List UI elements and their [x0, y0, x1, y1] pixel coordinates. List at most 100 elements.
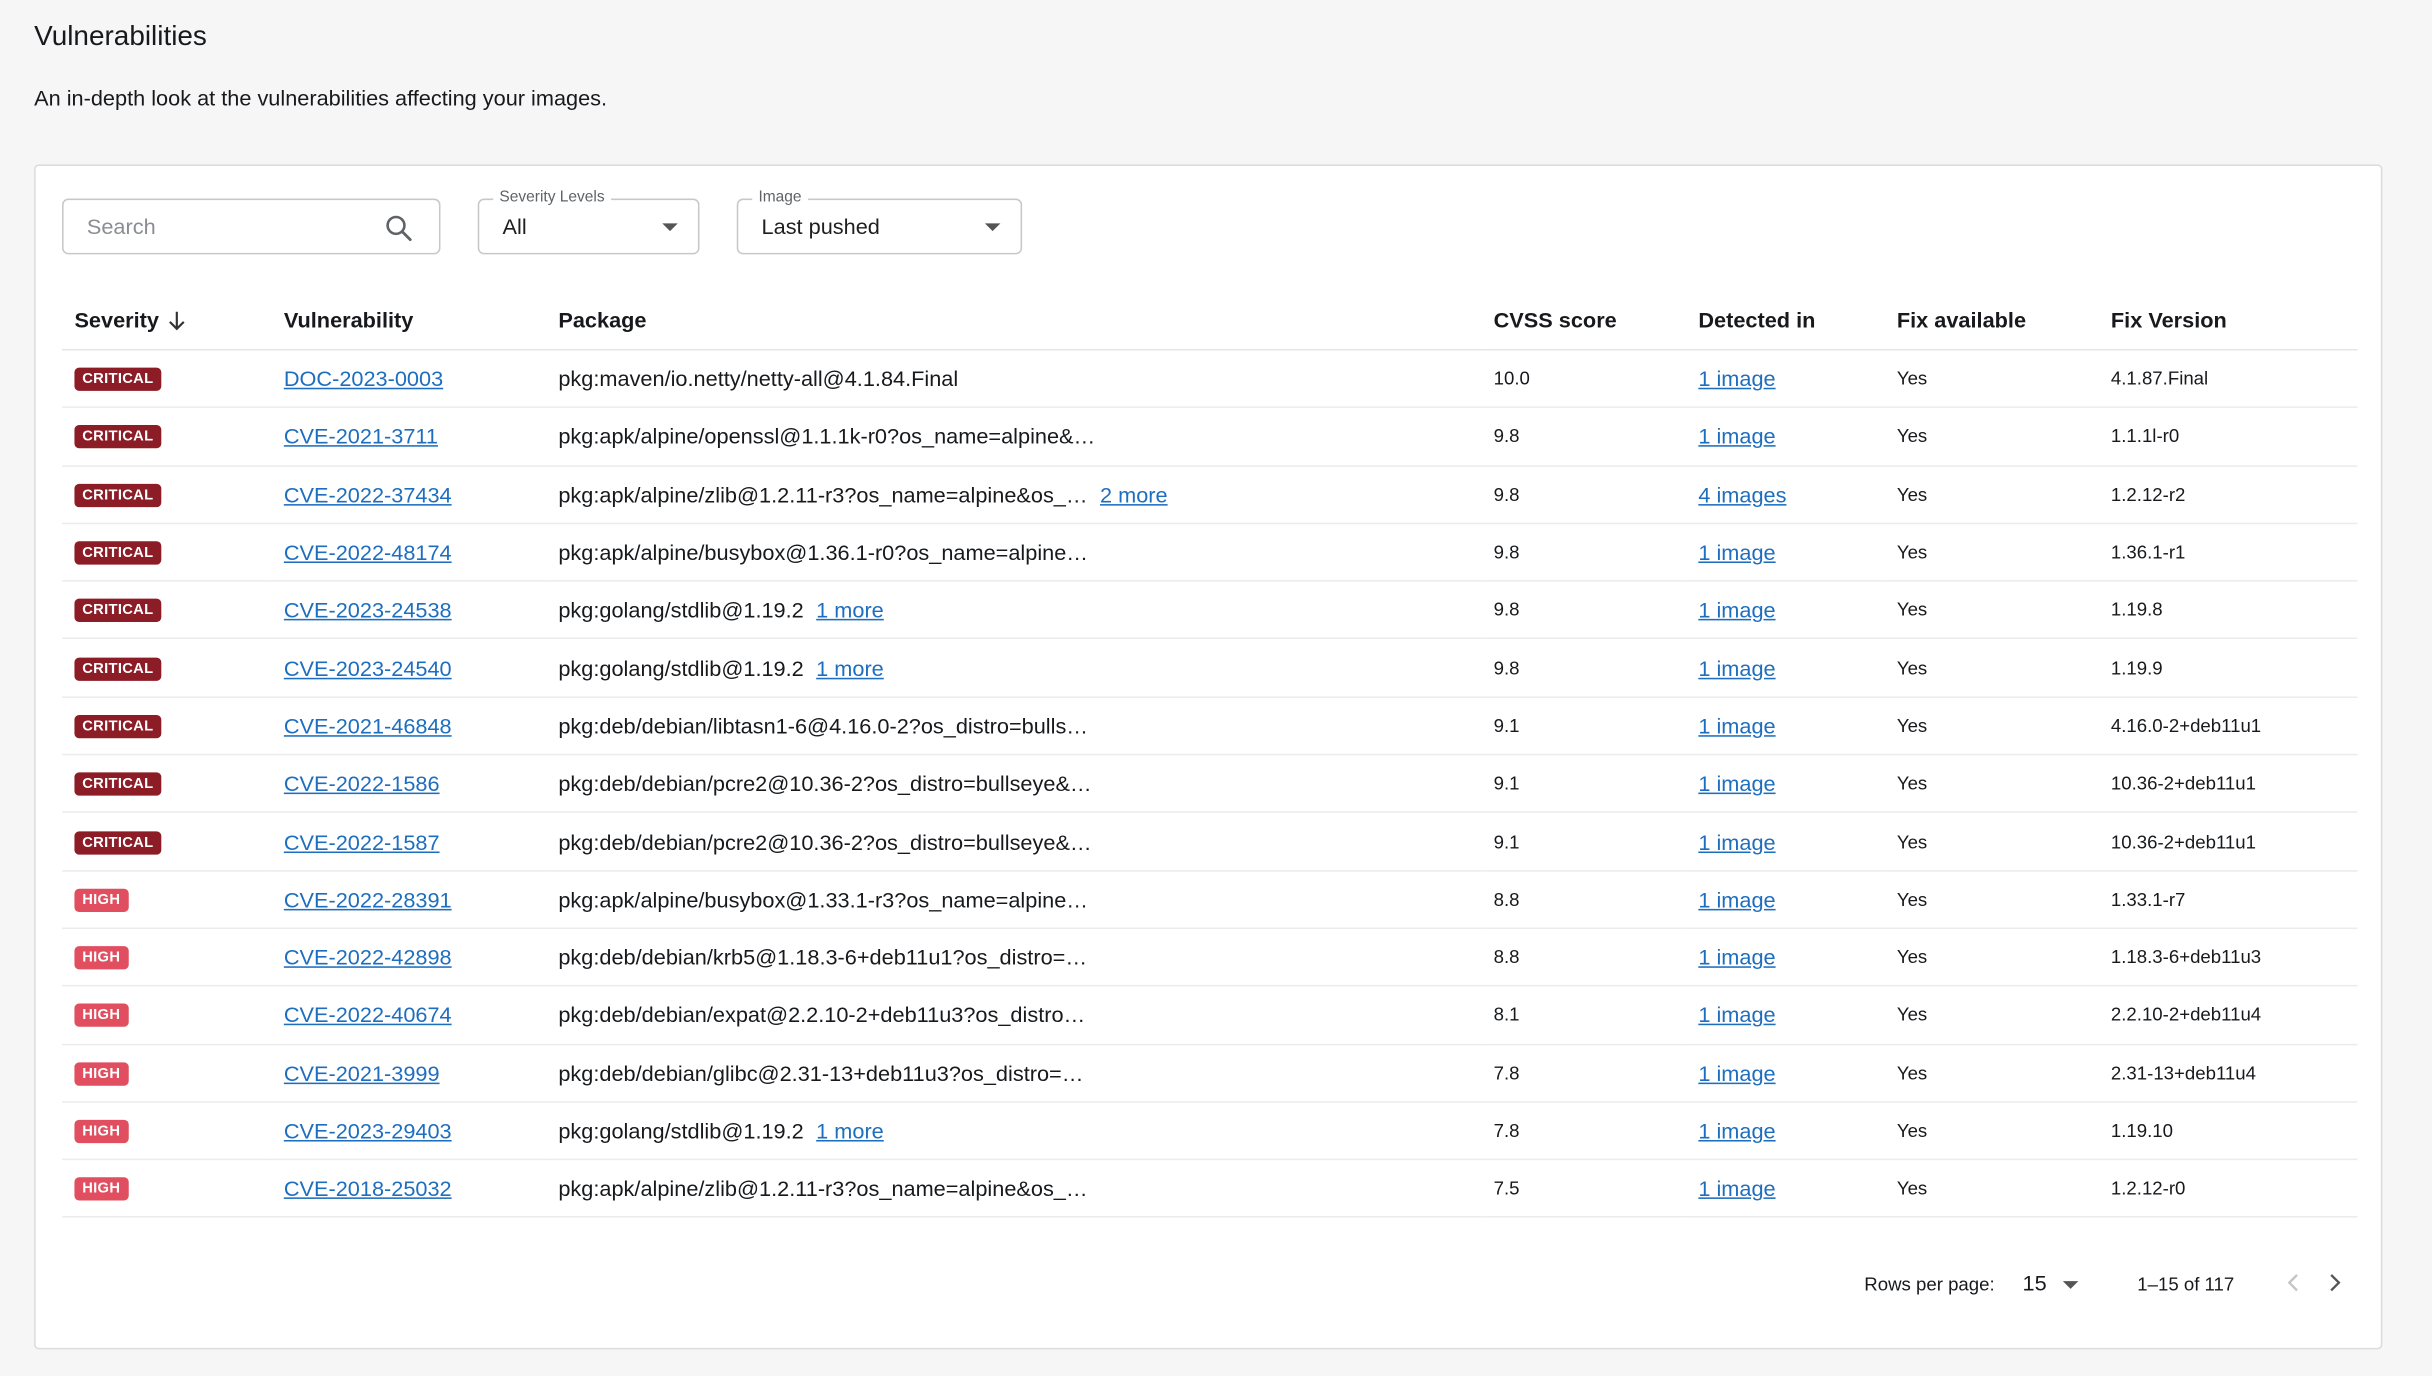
detected-in-link[interactable]: 1 image: [1698, 887, 1775, 912]
vulnerability-link[interactable]: CVE-2018-25032: [284, 1176, 452, 1201]
cvss-score-cell: 9.8: [1481, 407, 1686, 467]
severity-badge: HIGH: [74, 888, 129, 912]
column-header-fix-available[interactable]: Fix available: [1884, 290, 2099, 351]
column-header-package[interactable]: Package: [545, 290, 1482, 351]
severity-levels-label: Severity Levels: [493, 187, 611, 210]
search-input[interactable]: [63, 200, 382, 253]
vulnerability-link[interactable]: CVE-2021-46848: [284, 713, 452, 738]
table-row: HIGH CVE-2022-42898 pkg:deb/debian/krb5@1.…: [62, 928, 2358, 987]
package-name: pkg:golang/stdlib@1.19.2: [558, 597, 804, 623]
package-name: pkg:deb/debian/expat@2.2.10-2+deb11u3?os…: [558, 1002, 1086, 1028]
column-header-fix-version[interactable]: Fix Version: [2098, 290, 2358, 351]
vulnerability-cell: CVE-2022-28391: [271, 870, 546, 930]
package-cell: pkg:apk/alpine/openssl@1.1.1k-r0?os_name…: [545, 407, 1482, 467]
package-name: pkg:apk/alpine/zlib@1.2.11-r3?os_name=al…: [558, 481, 1088, 507]
fix-available-cell: Yes: [1884, 754, 2099, 814]
fix-available-cell: Yes: [1884, 986, 2099, 1045]
detected-in-link[interactable]: 1 image: [1698, 1003, 1775, 1028]
detected-in-link[interactable]: 1 image: [1698, 1118, 1775, 1143]
detected-in-link[interactable]: 1 image: [1698, 1176, 1775, 1201]
severity-badge: CRITICAL: [74, 541, 162, 565]
image-value: Last pushed: [761, 214, 880, 239]
severity-badge: CRITICAL: [74, 599, 162, 623]
vulnerability-cell: DOC-2023-0003: [271, 349, 546, 409]
detected-in-link[interactable]: 1 image: [1698, 829, 1775, 854]
rows-per-page-select[interactable]: 15: [2023, 1267, 2085, 1301]
package-name: pkg:apk/alpine/busybox@1.33.1-r3?os_name…: [558, 886, 1089, 912]
sort-down-arrow-icon[interactable]: [168, 310, 187, 332]
rows-per-page-value: 15: [2022, 1270, 2047, 1296]
detected-in-cell: 1 image: [1685, 349, 1885, 409]
image-select[interactable]: Image Last pushed: [736, 187, 1023, 255]
detected-in-link[interactable]: 1 image: [1698, 366, 1775, 391]
vulnerability-link[interactable]: CVE-2022-42898: [284, 945, 452, 970]
severity-levels-select[interactable]: Severity Levels All: [477, 187, 700, 255]
table-row: CRITICAL DOC-2023-0003 pkg:maven/io.netty/…: [62, 349, 2358, 409]
vulnerability-link[interactable]: CVE-2023-24538: [284, 598, 452, 623]
severity-cell: HIGH: [62, 1159, 272, 1219]
vulnerability-cell: CVE-2023-29403: [271, 1101, 546, 1161]
vulnerability-link[interactable]: CVE-2022-40674: [284, 1003, 452, 1028]
detected-in-link[interactable]: 1 image: [1698, 771, 1775, 796]
chevron-down-icon: [662, 223, 678, 232]
fix-available-cell: Yes: [1884, 1043, 2099, 1103]
chevron-right-icon[interactable]: [2320, 1269, 2348, 1297]
fix-version-cell: 1.2.12-r0: [2098, 1159, 2358, 1219]
table-row: HIGH CVE-2021-3999 pkg:deb/debian/glibc@2.…: [62, 1043, 2358, 1103]
detected-in-cell: 1 image: [1685, 1101, 1885, 1161]
table-row: CRITICAL CVE-2021-3711 pkg:apk/alpine/open…: [62, 407, 2358, 467]
vulnerability-link[interactable]: CVE-2022-1587: [284, 829, 440, 854]
cvss-score-cell: 7.8: [1481, 1043, 1686, 1103]
severity-cell: CRITICAL: [62, 638, 272, 698]
more-packages-link[interactable]: 1 more: [816, 655, 884, 680]
severity-cell: HIGH: [62, 870, 272, 930]
detected-in-link[interactable]: 1 image: [1698, 424, 1775, 449]
vulnerability-cell: CVE-2023-24540: [271, 638, 546, 698]
severity-cell: HIGH: [62, 1043, 272, 1103]
chevron-left-icon[interactable]: [2280, 1269, 2308, 1297]
vulnerability-link[interactable]: CVE-2021-3999: [284, 1060, 440, 1085]
vulnerability-link[interactable]: CVE-2022-28391: [284, 887, 452, 912]
vulnerability-link[interactable]: CVE-2021-3711: [284, 424, 438, 449]
more-packages-link[interactable]: 1 more: [816, 598, 884, 623]
detected-in-link[interactable]: 1 image: [1698, 713, 1775, 738]
detected-in-cell: 1 image: [1685, 407, 1885, 467]
vulnerability-link[interactable]: CVE-2022-37434: [284, 482, 452, 507]
more-packages-link[interactable]: 2 more: [1100, 482, 1168, 507]
severity-badge: CRITICAL: [74, 830, 162, 854]
fix-available-cell: Yes: [1884, 696, 2099, 756]
detected-in-link[interactable]: 1 image: [1698, 598, 1775, 623]
detected-in-link[interactable]: 1 image: [1698, 655, 1775, 680]
cvss-score-cell: 9.8: [1481, 581, 1686, 640]
detected-in-link[interactable]: 4 images: [1698, 482, 1786, 507]
vulnerability-cell: CVE-2022-1587: [271, 812, 546, 872]
column-header-cvss-score[interactable]: CVSS score: [1481, 290, 1686, 351]
vulnerability-link[interactable]: CVE-2023-24540: [284, 655, 452, 680]
severity-badge: CRITICAL: [74, 367, 162, 392]
fix-version-cell: 10.36-2+deb11u1: [2098, 812, 2358, 872]
severity-badge: HIGH: [74, 946, 129, 970]
package-cell: pkg:golang/stdlib@1.19.2 1 more: [545, 581, 1482, 640]
vulnerability-cell: CVE-2023-24538: [271, 581, 546, 640]
package-cell: pkg:deb/debian/glibc@2.31-13+deb11u3?os_…: [545, 1043, 1482, 1103]
vulnerability-link[interactable]: CVE-2022-1586: [284, 771, 440, 796]
package-cell: pkg:deb/debian/pcre2@10.36-2?os_distro=b…: [545, 812, 1482, 872]
cvss-score-cell: 8.8: [1481, 870, 1686, 930]
column-header-vulnerability[interactable]: Vulnerability: [271, 290, 546, 351]
vulnerability-link[interactable]: CVE-2023-29403: [284, 1118, 452, 1143]
vulnerability-link[interactable]: DOC-2023-0003: [284, 366, 443, 391]
search-icon[interactable]: [383, 212, 414, 243]
column-header-detected-in[interactable]: Detected in: [1685, 290, 1885, 351]
package-name: pkg:maven/io.netty/netty-all@4.1.84.Fina…: [558, 366, 959, 392]
more-packages-link[interactable]: 1 more: [816, 1118, 884, 1143]
severity-badge: CRITICAL: [74, 425, 162, 449]
severity-cell: HIGH: [62, 1101, 272, 1161]
vulnerability-link[interactable]: CVE-2022-48174: [284, 540, 452, 565]
table-row: CRITICAL CVE-2021-46848 pkg:deb/debian/lib…: [62, 696, 2358, 756]
detected-in-link[interactable]: 1 image: [1698, 945, 1775, 970]
table-body: CRITICAL DOC-2023-0003 pkg:maven/io.netty/…: [62, 349, 2358, 1219]
column-header-severity[interactable]: Severity: [62, 290, 272, 351]
detected-in-link[interactable]: 1 image: [1698, 540, 1775, 565]
detected-in-link[interactable]: 1 image: [1698, 1060, 1775, 1085]
cvss-score-cell: 9.8: [1481, 465, 1686, 525]
